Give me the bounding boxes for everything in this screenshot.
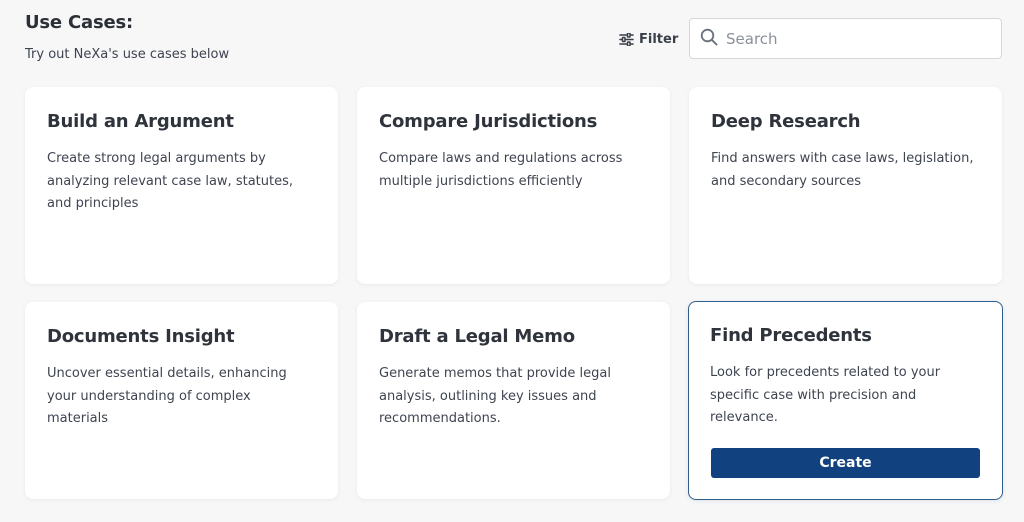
card-description: Look for precedents related to your spec… xyxy=(710,365,941,425)
card-title: Documents Insight xyxy=(47,326,235,347)
use-case-card-draft-a-legal-memo[interactable]: Draft a Legal Memo Generate memos that p… xyxy=(357,302,670,499)
use-case-card-documents-insight[interactable]: Documents Insight Uncover essential deta… xyxy=(25,302,338,499)
use-case-card-compare-jurisdictions[interactable]: Compare Jurisdictions Compare laws and r… xyxy=(357,87,670,284)
use-case-card-deep-research[interactable]: Deep Research Find answers with case law… xyxy=(689,87,1002,284)
card-description: Compare laws and regulations across mult… xyxy=(379,151,623,189)
search-box[interactable] xyxy=(689,18,1002,59)
use-case-card-build-an-argument[interactable]: Build an Argument Create strong legal ar… xyxy=(25,87,338,284)
card-description: Create strong legal arguments by analyzi… xyxy=(47,151,293,211)
filter-label: Filter xyxy=(639,31,679,47)
card-description: Generate memos that provide legal analys… xyxy=(379,366,611,426)
search-icon xyxy=(700,28,718,50)
page-title: Use Cases: xyxy=(25,12,133,33)
page-subtitle: Try out NeXa's use cases below xyxy=(25,47,230,62)
card-title: Build an Argument xyxy=(47,111,234,132)
card-title: Compare Jurisdictions xyxy=(379,111,598,132)
card-description: Find answers with case laws, legislation… xyxy=(711,151,974,189)
create-button[interactable]: Create xyxy=(711,448,980,478)
card-title: Draft a Legal Memo xyxy=(379,326,575,347)
card-title: Find Precedents xyxy=(710,325,872,346)
card-title: Deep Research xyxy=(711,111,861,132)
search-input[interactable] xyxy=(726,29,986,48)
card-description: Uncover essential details, enhancing you… xyxy=(47,366,287,426)
filter-button[interactable]: Filter xyxy=(619,29,678,49)
use-cases-page: Use Cases: Try out NeXa's use cases belo… xyxy=(0,0,1024,522)
use-case-card-find-precedents[interactable]: Find Precedents Look for precedents rela… xyxy=(688,301,1003,500)
sliders-icon xyxy=(619,32,634,46)
